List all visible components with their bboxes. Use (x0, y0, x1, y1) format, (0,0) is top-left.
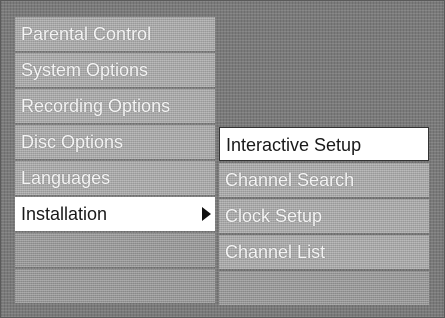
menu-item-label: Languages (21, 168, 111, 188)
submenu-item-label: Channel List (225, 242, 326, 262)
submenu-item-label: Interactive Setup (226, 135, 362, 155)
menu-item-label: Disc Options (21, 132, 124, 152)
submenu-item-channel-search[interactable]: Channel Search (219, 163, 429, 197)
menu-item-label: Parental Control (21, 24, 152, 44)
menu-item-label: System Options (21, 60, 149, 80)
menu-item-label: Recording Options (21, 96, 171, 116)
menu-item-empty (15, 269, 215, 303)
submenu-item-label: Channel Search (225, 170, 355, 190)
menu-item-recording-options[interactable]: Recording Options (15, 89, 215, 123)
submenu-item-empty (219, 271, 429, 305)
menu-item-disc-options[interactable]: Disc Options (15, 125, 215, 159)
submenu-item-clock-setup[interactable]: Clock Setup (219, 199, 429, 233)
submenu-item-interactive-setup[interactable]: Interactive Setup (219, 127, 429, 161)
submenu-item-label: Clock Setup (225, 206, 323, 226)
menu-item-installation[interactable]: Installation (15, 197, 215, 231)
menu-item-label: Installation (21, 204, 108, 224)
main-menu: Parental Control System Options Recordin… (15, 17, 215, 307)
menu-item-languages[interactable]: Languages (15, 161, 215, 195)
menu-item-parental-control[interactable]: Parental Control (15, 17, 215, 51)
submenu-arrow-icon (202, 207, 211, 221)
menu-item-system-options[interactable]: System Options (15, 53, 215, 87)
menu-item-empty (15, 233, 215, 267)
installation-submenu: Interactive Setup Channel Search Clock S… (219, 127, 429, 307)
osd-screen: Parental Control System Options Recordin… (0, 0, 445, 318)
submenu-item-channel-list[interactable]: Channel List (219, 235, 429, 269)
